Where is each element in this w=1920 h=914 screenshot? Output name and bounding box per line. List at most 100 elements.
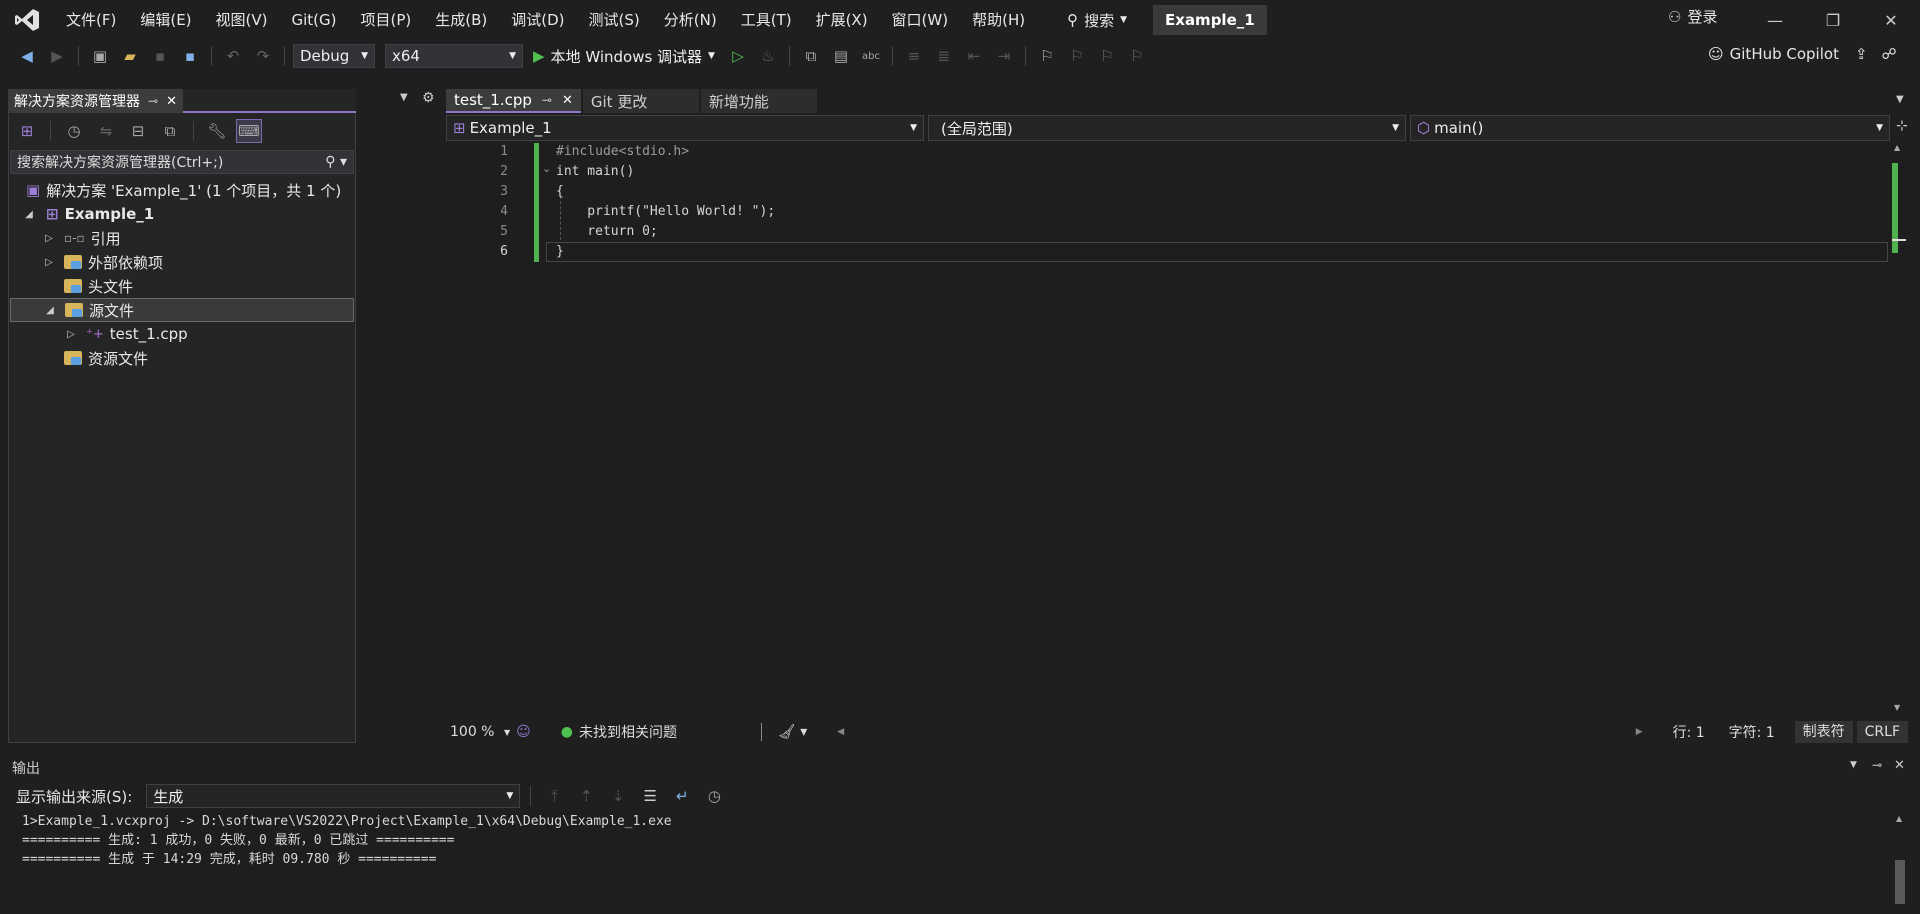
- menu-edit[interactable]: 编辑(E): [128, 0, 203, 40]
- copilot-status-icon[interactable]: ☺: [516, 724, 531, 740]
- spell-check-button[interactable]: abc: [858, 44, 884, 68]
- tree-item-solution[interactable]: ▣ 解决方案 'Example_1' (1 个项目，共 1 个): [10, 178, 354, 202]
- goto-prev-message-button[interactable]: ⤒: [541, 784, 567, 808]
- new-project-button[interactable]: ▣: [87, 44, 113, 68]
- tab-solution-explorer[interactable]: 解决方案资源管理器 ⊸ ✕: [8, 89, 183, 113]
- tree-item-header-files[interactable]: 头文件: [10, 274, 354, 298]
- menu-build[interactable]: 生成(B): [423, 0, 499, 40]
- indent-mode-indicator[interactable]: 制表符: [1794, 721, 1853, 743]
- solution-platform-select[interactable]: x64 ▼: [385, 44, 523, 68]
- tab-test-cpp[interactable]: test_1.cpp ⊸ ✕: [446, 89, 581, 113]
- expanded-icon[interactable]: ◢: [43, 305, 57, 316]
- fold-collapse-icon[interactable]: ⌄: [542, 162, 551, 175]
- redo-button[interactable]: ↷: [250, 44, 276, 68]
- expanded-icon[interactable]: ◢: [22, 209, 36, 220]
- close-window-button[interactable]: ✕: [1868, 0, 1914, 40]
- hot-reload-button[interactable]: ♨: [755, 44, 781, 68]
- outdent-button[interactable]: ⇤: [961, 44, 987, 68]
- github-copilot-button[interactable]: ☺ GitHub Copilot ⇪ ☍: [1708, 45, 1897, 63]
- split-window-icon[interactable]: ⊹: [1896, 118, 1908, 134]
- bookmark-button[interactable]: ⚐: [1034, 44, 1060, 68]
- scroll-left-icon[interactable]: ◀: [837, 727, 844, 737]
- panel-options-icon[interactable]: ▼: [1850, 760, 1857, 770]
- open-file-button[interactable]: ▰: [117, 44, 143, 68]
- zoom-level[interactable]: 100 %: [446, 724, 504, 740]
- show-timestamps-button[interactable]: ◷: [701, 784, 727, 808]
- char-indicator[interactable]: 字符: 1: [1729, 722, 1787, 742]
- collapsed-icon[interactable]: ▷: [42, 257, 56, 268]
- solution-configuration-select[interactable]: Debug ▼: [293, 44, 375, 68]
- tab-whats-new[interactable]: 新增功能: [700, 89, 817, 113]
- start-debugging-button[interactable]: ▶ 本地 Windows 调试器 ▼: [527, 46, 721, 67]
- switch-views-button[interactable]: ⊞: [14, 119, 40, 143]
- start-without-debugging-button[interactable]: ▷: [725, 44, 751, 68]
- tree-item-source-files[interactable]: ◢ 源文件: [10, 298, 354, 322]
- solution-explorer-search-input[interactable]: 搜索解决方案资源管理器(Ctrl+;) ⚲ ▾: [10, 150, 354, 174]
- uncomment-button[interactable]: ≣: [931, 44, 957, 68]
- editor-vertical-scrollbar[interactable]: ▲ ▼: [1890, 143, 1908, 717]
- clear-all-button[interactable]: ☰: [637, 784, 663, 808]
- code-editor[interactable]: [446, 143, 1890, 717]
- tree-item-references[interactable]: ▷ ▫-▫ 引用: [10, 226, 354, 250]
- properties-button[interactable]: 🔧︎: [204, 119, 230, 143]
- tab-list-icon[interactable]: ▼: [1896, 94, 1904, 105]
- settings-icon[interactable]: ⚙: [422, 90, 435, 106]
- tab-git-changes[interactable]: Git 更改: [582, 89, 699, 113]
- menu-analyze[interactable]: 分析(N): [652, 0, 729, 40]
- forward-button[interactable]: ▶: [44, 44, 70, 68]
- sync-with-document-button[interactable]: ⇋: [93, 119, 119, 143]
- minimize-button[interactable]: —: [1752, 0, 1798, 40]
- collapsed-icon[interactable]: ▷: [64, 329, 78, 340]
- save-all-button[interactable]: ▪: [177, 44, 203, 68]
- pin-icon[interactable]: ⊸: [542, 93, 552, 107]
- save-button[interactable]: ▪: [147, 44, 173, 68]
- member-scope-select[interactable]: ⬡ main() ▼: [1410, 115, 1890, 141]
- comment-button[interactable]: ≡: [901, 44, 927, 68]
- tree-item-resource-files[interactable]: 资源文件: [10, 346, 354, 370]
- close-icon[interactable]: ✕: [1894, 758, 1905, 773]
- menu-debug[interactable]: 调试(D): [499, 0, 576, 40]
- clear-bookmarks-button[interactable]: ⚐: [1124, 44, 1150, 68]
- line-indicator[interactable]: 行: 1: [1673, 722, 1725, 742]
- output-source-select[interactable]: 生成 ▼: [146, 784, 521, 808]
- scrollbar-thumb[interactable]: [1895, 860, 1905, 904]
- pin-icon[interactable]: ⊸: [1872, 758, 1882, 772]
- menu-project[interactable]: 项目(P): [349, 0, 424, 40]
- menu-window[interactable]: 窗口(W): [880, 0, 961, 40]
- toggle-word-wrap-button[interactable]: ↵: [669, 784, 695, 808]
- menu-view[interactable]: 视图(V): [204, 0, 280, 40]
- show-all-files-button[interactable]: ⧉: [157, 119, 183, 143]
- scroll-up-icon[interactable]: ▲: [1894, 143, 1900, 152]
- goto-next-button[interactable]: ⇣: [605, 784, 631, 808]
- pending-changes-filter-button[interactable]: ◷: [61, 119, 87, 143]
- code-cleanup-icon[interactable]: 🧹︎ ▾: [778, 724, 807, 740]
- goto-prev-button[interactable]: ⇡: [573, 784, 599, 808]
- output-text-area[interactable]: 1>Example_1.vcxproj -> D:\software\VS202…: [8, 812, 1892, 914]
- menu-test[interactable]: 测试(S): [577, 0, 652, 40]
- restore-button[interactable]: ❐: [1810, 0, 1856, 40]
- prev-bookmark-button[interactable]: ⚐: [1064, 44, 1090, 68]
- back-button[interactable]: ◀: [14, 44, 40, 68]
- scroll-up-icon[interactable]: ▲: [1896, 814, 1902, 823]
- browse-button[interactable]: ⧉: [798, 44, 824, 68]
- menu-file[interactable]: 文件(F): [54, 0, 128, 40]
- menu-help[interactable]: 帮助(H): [960, 0, 1037, 40]
- panel-options-icon[interactable]: ▼: [400, 92, 408, 103]
- line-ending-indicator[interactable]: CRLF: [1856, 721, 1908, 743]
- menu-git[interactable]: Git(G): [280, 0, 349, 40]
- pin-icon[interactable]: ⊸: [148, 94, 158, 108]
- issues-status[interactable]: 未找到相关问题: [579, 722, 761, 742]
- layout-button[interactable]: ▤: [828, 44, 854, 68]
- collapsed-icon[interactable]: ▷: [42, 233, 56, 244]
- preview-selected-button[interactable]: ⌨: [236, 119, 262, 143]
- search-button[interactable]: ⚲ 搜索 ▼: [1055, 5, 1139, 35]
- login-button[interactable]: ⚇ 登录: [1668, 6, 1717, 27]
- close-icon[interactable]: ✕: [562, 93, 573, 108]
- tree-item-test-cpp[interactable]: ▷ ⁺+ test_1.cpp: [10, 322, 354, 346]
- scroll-right-icon[interactable]: ▶: [1636, 727, 1643, 737]
- type-scope-select[interactable]: (全局范围) ▼: [928, 115, 1406, 141]
- scroll-down-icon[interactable]: ▼: [1894, 703, 1900, 712]
- indent-button[interactable]: ⇥: [991, 44, 1017, 68]
- project-scope-select[interactable]: ⊞ Example_1 ▼: [446, 115, 924, 141]
- tree-item-project[interactable]: ◢ ⊞ Example_1: [10, 202, 354, 226]
